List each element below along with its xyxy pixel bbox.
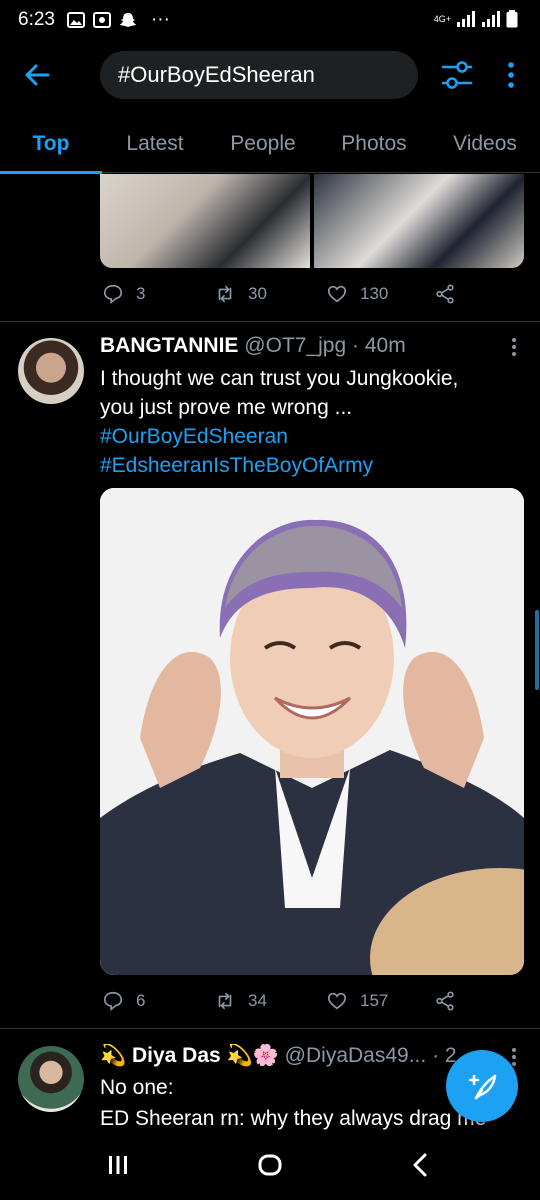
back-nav-icon[interactable] — [400, 1150, 440, 1180]
like-button[interactable]: 157 — [326, 990, 434, 1012]
tweet-line: I thought we can trust you Jungkookie, — [100, 367, 459, 390]
reply-button[interactable]: 6 — [102, 990, 214, 1012]
recent-apps-icon[interactable] — [98, 1150, 138, 1180]
tweet-divider — [0, 321, 540, 322]
author-handle[interactable]: @OT7_jpg — [244, 334, 346, 357]
tweet-photo[interactable] — [100, 488, 524, 975]
tweet-time: · 40m — [352, 334, 406, 357]
status-bar: 6:23 ··· 4G+ — [0, 0, 540, 40]
like-count: 157 — [360, 991, 389, 1010]
tab-people[interactable]: People — [208, 115, 318, 173]
tab-latest[interactable]: Latest — [102, 115, 208, 173]
gallery-notification-icon — [66, 12, 85, 28]
screenshot-notification-icon — [92, 12, 111, 28]
overflow-menu-icon[interactable] — [500, 60, 522, 90]
tab-label: Top — [32, 132, 70, 155]
previous-tweet-photo-2[interactable] — [314, 174, 524, 268]
previous-tweet-actions: 3 30 130 — [102, 283, 462, 305]
more-notifications-dots: ··· — [150, 9, 170, 30]
compose-tweet-button[interactable] — [446, 1050, 518, 1122]
search-input[interactable]: #OurBoyEdSheeran — [100, 51, 418, 99]
system-navigation-bar — [0, 1130, 540, 1200]
tweet-actions: 6 34 157 — [102, 990, 462, 1012]
signal-icon — [457, 11, 475, 27]
author-name[interactable]: BANGTANNIE — [100, 334, 238, 357]
tab-top[interactable]: Top — [0, 115, 102, 174]
tweet-divider — [0, 1028, 540, 1029]
signal-icon-2 — [482, 11, 500, 27]
share-button[interactable] — [434, 283, 456, 305]
previous-tweet-media[interactable] — [100, 174, 524, 268]
tweet-header: 💫 Diya Das 💫🌸 @DiyaDas49... · 2 — [100, 1044, 500, 1068]
avatar[interactable] — [18, 1046, 84, 1112]
back-arrow-icon[interactable] — [22, 60, 52, 90]
network-label: 4G+ — [433, 13, 451, 24]
retweet-icon — [218, 285, 232, 303]
retweet-button[interactable]: 30 — [214, 283, 326, 305]
author-name[interactable]: 💫 Diya Das 💫🌸 — [100, 1044, 279, 1067]
compose-feather-icon — [468, 1074, 497, 1100]
avatar[interactable] — [18, 338, 84, 404]
retweet-count: 34 — [248, 991, 267, 1010]
snapchat-notification-icon — [119, 13, 136, 27]
previous-tweet-photo-1[interactable] — [100, 174, 310, 268]
share-icon — [436, 991, 454, 1011]
status-right: 4G+ — [434, 10, 518, 28]
tweet-line: you just prove me wrong ... — [100, 396, 353, 419]
heart-icon — [327, 285, 347, 303]
reply-button[interactable]: 3 — [102, 283, 214, 305]
share-button[interactable] — [434, 990, 456, 1012]
tweet-more-icon[interactable] — [504, 336, 524, 358]
retweet-button[interactable]: 34 — [214, 990, 326, 1012]
tweet-body: I thought we can trust you Jungkookie, y… — [100, 364, 520, 480]
reply-icon — [103, 991, 123, 1011]
search-query: #OurBoyEdSheeran — [118, 62, 315, 87]
photo-illustration — [100, 488, 524, 975]
search-filter-icon[interactable] — [440, 58, 474, 92]
heart-icon — [327, 992, 347, 1010]
like-count: 130 — [360, 284, 389, 303]
tab-label: Latest — [126, 132, 184, 155]
retweet-icon — [218, 992, 232, 1010]
scroll-indicator[interactable] — [535, 610, 539, 690]
tab-label: People — [230, 132, 296, 155]
reply-count: 3 — [136, 284, 146, 303]
hashtag-link[interactable]: #EdsheeranIsTheBoyOfArmy — [100, 451, 520, 480]
hashtag-link[interactable]: #OurBoyEdSheeran — [100, 422, 520, 451]
tab-label: Videos — [453, 132, 517, 155]
battery-icon — [506, 10, 518, 28]
author-handle[interactable]: @DiyaDas49... — [285, 1044, 427, 1067]
status-time: 6:23 — [18, 9, 55, 30]
reply-count: 6 — [136, 991, 146, 1010]
home-icon[interactable] — [250, 1150, 290, 1180]
retweet-count: 30 — [248, 284, 267, 303]
share-icon — [436, 284, 454, 304]
tab-label: Photos — [341, 132, 407, 155]
tweet-header: BANGTANNIE @OT7_jpg · 40m — [100, 334, 406, 358]
tab-photos[interactable]: Photos — [318, 115, 430, 173]
reply-icon — [103, 284, 123, 304]
tab-videos[interactable]: Videos — [430, 115, 540, 173]
search-tabs: Top Latest People Photos Videos — [0, 115, 540, 174]
search-header: #OurBoyEdSheeran — [0, 40, 540, 110]
like-button[interactable]: 130 — [326, 283, 434, 305]
